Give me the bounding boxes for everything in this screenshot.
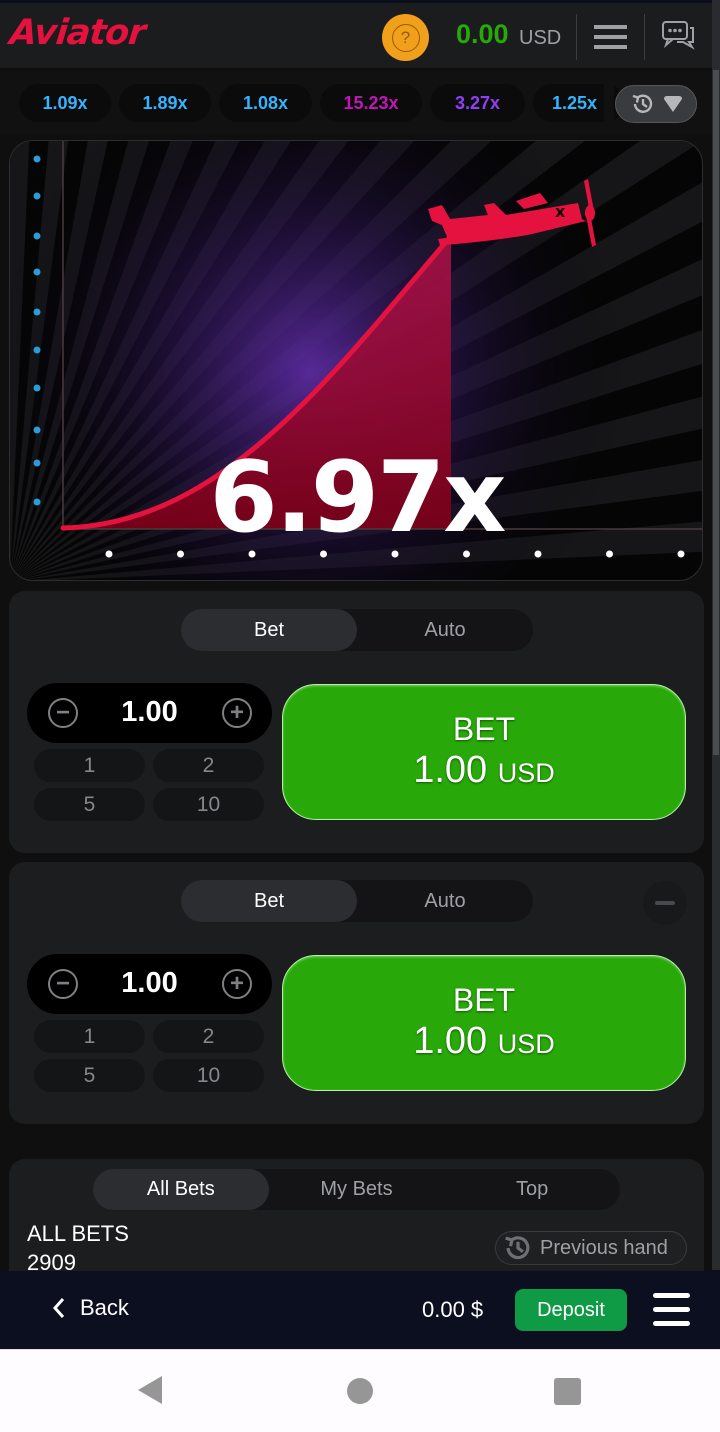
quick-amount-button[interactable]: 5	[34, 1059, 145, 1092]
bet-mode-tabs: Bet Auto	[181, 609, 533, 651]
nav-back-icon[interactable]	[138, 1376, 162, 1404]
bet-button-label: BET	[452, 710, 516, 747]
y-axis-dot	[33, 308, 41, 316]
bet-button-currency: USD	[497, 1028, 555, 1059]
deposit-button[interactable]: Deposit	[515, 1289, 627, 1331]
top-bar: Aviator ? 0.00 USD	[0, 0, 712, 68]
tab-top[interactable]: Top	[444, 1169, 620, 1210]
y-axis-dot	[33, 346, 41, 354]
wallet-balance: 0.00 $	[422, 1297, 484, 1322]
quick-amount-button[interactable]: 1	[34, 1020, 145, 1053]
multiplier-history: 1.09x 1.89x 1.08x 15.23x 3.27x 1.25x	[0, 71, 712, 135]
question-icon: ?	[391, 23, 420, 52]
minus-icon[interactable]: −	[48, 969, 78, 999]
divider	[644, 14, 645, 60]
history-value: 1.89x	[142, 92, 188, 113]
back-button[interactable]: Back	[52, 1295, 129, 1321]
history-pill[interactable]: 15.23x	[320, 84, 422, 122]
bet-amount-input[interactable]: 1.00	[97, 967, 202, 1000]
bet-amount-stepper: − 1.00 +	[27, 683, 272, 743]
current-multiplier: 6.97x	[209, 441, 506, 555]
history-pill[interactable]: 1.89x	[119, 84, 211, 122]
quick-amount-button[interactable]: 5	[34, 788, 145, 821]
bet-panel-1: Bet Auto − 1.00 + 1 2 5 10 BET 1.00 USD	[9, 591, 704, 853]
nav-home-icon[interactable]	[347, 1378, 373, 1404]
back-label: Back	[80, 1295, 129, 1320]
history-fade	[604, 81, 614, 125]
tab-auto[interactable]: Auto	[357, 880, 533, 922]
history-pill[interactable]: 1.08x	[219, 84, 312, 122]
menu-button[interactable]	[594, 25, 627, 49]
plus-icon[interactable]: +	[222, 969, 252, 999]
hamburger-icon-bar	[594, 25, 627, 29]
casino-bottom-bar: Back 0.00 $ Deposit	[0, 1271, 720, 1349]
previous-hand-label: Previous hand	[540, 1236, 668, 1259]
history-icon	[505, 1236, 530, 1260]
history-value: 15.23x	[343, 92, 399, 113]
tab-bet[interactable]: Bet	[181, 880, 357, 922]
y-axis-dot	[33, 384, 41, 392]
y-axis-dot	[33, 426, 41, 434]
system-nav-bar	[0, 1349, 720, 1432]
place-bet-button[interactable]: BET 1.00 USD	[282, 955, 686, 1091]
plus-icon[interactable]: +	[222, 698, 252, 728]
y-axis-dot	[33, 232, 41, 240]
hamburger-icon[interactable]	[653, 1293, 690, 1326]
chevron-down-icon	[663, 96, 682, 112]
bets-panel: All Bets My Bets Top ALL BETS 2909 Previ…	[9, 1159, 704, 1289]
minus-icon[interactable]: −	[48, 698, 78, 728]
history-toggle-button[interactable]	[615, 85, 697, 123]
bet-mode-tabs: Bet Auto	[181, 880, 533, 922]
minus-icon	[655, 901, 675, 905]
quick-amount-button[interactable]: 10	[153, 788, 264, 821]
bet-button-amount: 1.00	[413, 748, 488, 791]
tab-all-bets[interactable]: All Bets	[93, 1169, 269, 1210]
bet-amount-stepper: − 1.00 +	[27, 954, 272, 1014]
bet-button-label: BET	[452, 981, 516, 1018]
game-stage: x 6.97x	[9, 140, 703, 581]
remove-bet-panel-button[interactable]	[643, 881, 687, 925]
tab-bet[interactable]: Bet	[181, 609, 357, 651]
y-axis-dot	[33, 192, 41, 200]
divider	[576, 14, 577, 60]
y-axis-dot	[33, 155, 41, 163]
history-value: 3.27x	[454, 92, 501, 113]
quick-amount-button[interactable]: 2	[153, 1020, 264, 1053]
y-axis-dot	[33, 268, 41, 276]
history-value: 1.25x	[552, 92, 598, 113]
tab-auto[interactable]: Auto	[357, 609, 533, 651]
tab-my-bets[interactable]: My Bets	[269, 1169, 445, 1210]
balance-amount: 0.00	[456, 19, 509, 49]
history-icon	[632, 94, 652, 113]
place-bet-button[interactable]: BET 1.00 USD	[282, 684, 686, 820]
chevron-left-icon	[52, 1298, 65, 1318]
history-pill[interactable]: 1.09x	[19, 84, 111, 122]
hamburger-icon-bar	[594, 35, 627, 39]
bet-button-currency: USD	[497, 757, 555, 788]
bets-tabs: All Bets My Bets Top	[93, 1169, 620, 1210]
all-bets-title: ALL BETS	[27, 1221, 129, 1246]
hamburger-icon-bar	[594, 45, 627, 49]
chat-icon[interactable]	[661, 20, 697, 52]
quick-amount-button[interactable]: 10	[153, 1059, 264, 1092]
history-value: 1.08x	[242, 92, 289, 113]
previous-hand-button[interactable]: Previous hand	[495, 1231, 687, 1265]
balance-currency: USD	[519, 27, 562, 49]
bet-button-amount: 1.00	[413, 1019, 488, 1062]
quick-amount-button[interactable]: 2	[153, 749, 264, 782]
aviator-logo: Aviator	[7, 13, 147, 53]
bet-panel-2: Bet Auto − 1.00 + 1 2 5 10 BET 1.00 USD	[9, 862, 704, 1124]
history-pill[interactable]: 3.27x	[430, 84, 525, 122]
svg-text:x: x	[555, 202, 566, 221]
bet-amount-input[interactable]: 1.00	[97, 696, 202, 729]
help-button[interactable]: ?	[382, 14, 429, 61]
scrollbar-thumb[interactable]	[713, 70, 719, 755]
quick-amount-button[interactable]: 1	[34, 749, 145, 782]
nav-recents-icon[interactable]	[554, 1378, 581, 1405]
history-value: 1.09x	[42, 92, 88, 113]
